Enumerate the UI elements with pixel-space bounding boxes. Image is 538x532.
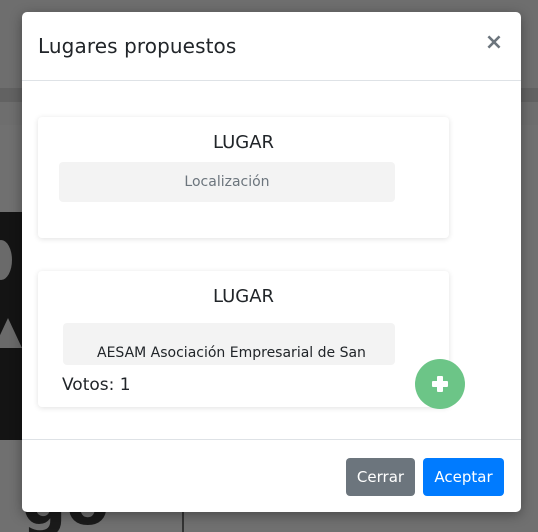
location-input[interactable]: Localización [59,162,395,202]
background-arrow-shape [0,318,22,348]
place-card: LUGAR AESAM Asociación Empresarial de Sa… [38,271,449,407]
modal-body: LUGAR Localización LUGAR AESAM Asociació… [22,81,521,439]
modal-title: Lugares propuestos [38,34,237,58]
modal-header: Lugares propuestos × [22,12,521,81]
proposed-places-modal: Lugares propuestos × LUGAR Localización … [22,12,521,512]
place-card: LUGAR Localización [38,117,449,238]
location-value[interactable]: AESAM Asociación Empresarial de San [63,323,395,365]
modal-footer: Cerrar Aceptar [22,439,521,512]
add-vote-button[interactable] [415,359,465,409]
votes-count: Votos: 1 [62,375,131,395]
place-card-title: LUGAR [212,132,275,153]
background-divider [182,512,184,532]
close-icon[interactable]: × [483,30,505,56]
place-card-title: LUGAR [212,286,275,307]
close-button[interactable]: Cerrar [346,458,415,496]
accept-button[interactable]: Aceptar [423,458,504,496]
